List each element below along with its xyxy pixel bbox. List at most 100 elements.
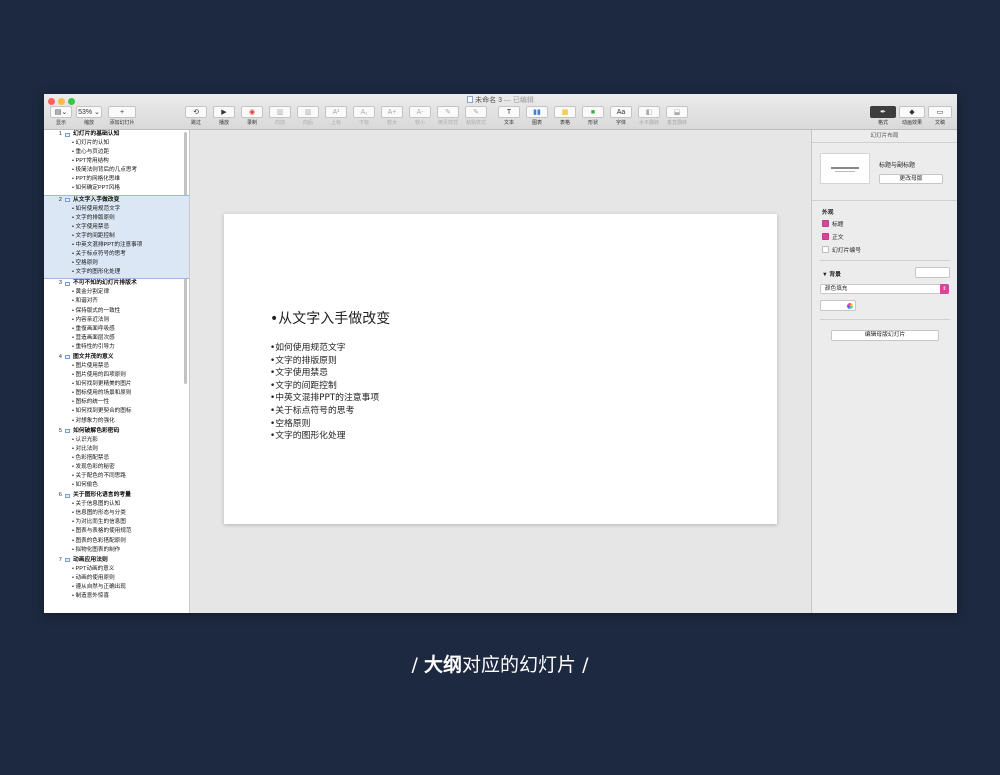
- outline-bullet[interactable]: • 信息图的形态与分类: [44, 509, 189, 518]
- outline-bullet[interactable]: • 遵从自然与正确出现: [44, 583, 189, 592]
- outline-bullet[interactable]: • 黄金分割定律: [44, 288, 189, 297]
- outline-sidebar[interactable]: 1 幻灯片的基础认知 • 幻灯片的认知 • 重心与页边距 • PPT常用结构 • 极简法则…: [44, 130, 190, 613]
- outline-bullet[interactable]: • 为对比而生的信息图: [44, 518, 189, 527]
- flip-horizontal-button[interactable]: ◧ 水平翻转: [638, 106, 660, 126]
- outline-bullet[interactable]: • 关于信息图的认知: [44, 500, 189, 509]
- outline-bullet[interactable]: • 保持版式的一致性: [44, 307, 189, 316]
- paste-style-button[interactable]: ✎ 粘贴样式: [465, 106, 487, 126]
- color-well[interactable]: [820, 300, 856, 311]
- outline-bullet[interactable]: • 关于配色的不同思路: [44, 472, 189, 481]
- outline-bullet[interactable]: • 文字使用禁忌: [44, 223, 189, 232]
- subscript-button[interactable]: A₁ 下标: [353, 106, 375, 126]
- outline-slide[interactable]: 7 动画应用法则 • PPT动画的意义 • 动画的使用原则 • 遵从自然与正确出现 • 制…: [44, 556, 189, 602]
- title-checkbox-row[interactable]: 标题: [822, 219, 844, 228]
- layout-thumbnail[interactable]: [820, 153, 870, 184]
- title-checkbox[interactable]: [822, 220, 829, 227]
- outline-bullet[interactable]: • 重心与页边距: [44, 148, 189, 157]
- outline-slide-title-row[interactable]: 5 如何破解色彩密码: [44, 427, 189, 436]
- body-checkbox[interactable]: [822, 233, 829, 240]
- play-button[interactable]: ▶ 播放: [213, 106, 235, 126]
- outline-bullet[interactable]: • 幻灯片的认知: [44, 139, 189, 148]
- slide-bullet[interactable]: •关于标点符号的思考: [270, 405, 379, 418]
- document-button[interactable]: ▭ 文稿: [928, 106, 952, 126]
- body-checkbox-row[interactable]: 正文: [822, 232, 844, 241]
- background-swatch[interactable]: [915, 267, 950, 278]
- color-wheel-icon[interactable]: [847, 303, 853, 309]
- outline-bullet[interactable]: • PPT常用结构: [44, 157, 189, 166]
- outline-slide-title-row[interactable]: 6 关于图形化语言的考量: [44, 491, 189, 500]
- outline-slide[interactable]: 2 从文字入手做改变 • 如何使用规范文字 • 文字的排版原则 • 文字使用禁忌 • 文字…: [44, 194, 189, 280]
- outline-slide[interactable]: 6 关于图形化语言的考量 • 关于信息图的认知 • 信息图的形态与分类 • 为对比而生的…: [44, 491, 189, 556]
- outline-bullet[interactable]: • 如何找到更契合的图标: [44, 407, 189, 416]
- slide-title[interactable]: •从文字入手做改变: [270, 308, 390, 328]
- slide-number-checkbox[interactable]: [822, 246, 829, 253]
- fonts-button[interactable]: Aa 字体: [610, 106, 632, 126]
- slide-bullet[interactable]: •如何使用规范文字: [270, 342, 379, 355]
- text-button[interactable]: T 文本: [498, 106, 520, 126]
- outline-slide[interactable]: 3 不可不知的幻灯片排版术 • 黄金分割定律 • 和谐对齐 • 保持版式的一致性 • 内容…: [44, 279, 189, 353]
- table-button[interactable]: ▦ 表格: [554, 106, 576, 126]
- format-button[interactable]: ✒ 格式: [870, 106, 896, 126]
- slide-bullet[interactable]: •文字的间距控制: [270, 380, 379, 393]
- outline-bullet[interactable]: • 文字的排版原则: [44, 214, 189, 223]
- outline-bullet[interactable]: • 极简法则背后的几点思考: [44, 166, 189, 175]
- outline-bullet[interactable]: • 图标的统一性: [44, 398, 189, 407]
- slide-bullet[interactable]: •文字的排版原则: [270, 355, 379, 368]
- outline-bullet[interactable]: • 中英文混排PPT的注意事项: [44, 241, 189, 250]
- outline-bullet[interactable]: • 认识光影: [44, 436, 189, 445]
- view-menu-button[interactable]: ▤⌄ 显示: [50, 106, 72, 126]
- outline-slide[interactable]: 5 如何破解色彩密码 • 认识光影 • 对比法则 • 色彩搭配禁忌 • 发现色彩的秘密 • …: [44, 427, 189, 492]
- slide-bullet[interactable]: •文字使用禁忌: [270, 367, 379, 380]
- zoom-menu-button[interactable]: 53% ⌄ 缩放: [76, 106, 102, 126]
- outline-slide-title-row[interactable]: 7 动画应用法则: [44, 556, 189, 565]
- outline-bullet[interactable]: • 制造意外惊喜: [44, 592, 189, 601]
- bigger-font-button[interactable]: A+ 较大: [381, 106, 403, 126]
- outline-slide[interactable]: 1 幻灯片的基础认知 • 幻灯片的认知 • 重心与页边距 • PPT常用结构 • 极简法则…: [44, 130, 189, 195]
- superscript-button[interactable]: A¹ 上标: [325, 106, 347, 126]
- slide-number-checkbox-row[interactable]: 幻灯片编号: [822, 245, 861, 254]
- outline-bullet[interactable]: • 如何确定PPT风格: [44, 184, 189, 193]
- outline-bullet[interactable]: • 文字的间距控制: [44, 232, 189, 241]
- outline-bullet[interactable]: • 发现色彩的秘密: [44, 463, 189, 472]
- outline-bullet[interactable]: • 图标使用的场景和原则: [44, 389, 189, 398]
- outline-bullet[interactable]: • 图片使用的四项原则: [44, 371, 189, 380]
- slide-body[interactable]: •如何使用规范文字 •文字的排版原则 •文字使用禁忌 •文字的间距控制 •中英文混排PP…: [270, 342, 379, 443]
- outline-bullet[interactable]: • 内容亲近法则: [44, 316, 189, 325]
- bring-forward-button[interactable]: ▥ 向前: [269, 106, 291, 126]
- outline-slide[interactable]: 4 图文并茂的意义 • 图片使用禁忌 • 图片使用的四项原则 • 如何找到更精美的图片 •…: [44, 353, 189, 427]
- send-backward-button[interactable]: ▥ 向后: [297, 106, 319, 126]
- outline-bullet[interactable]: • 空格原则: [44, 259, 189, 268]
- outline-bullet[interactable]: • 重復画面呼吸感: [44, 325, 189, 334]
- outline-slide-title-row[interactable]: 1 幻灯片的基础认知: [44, 130, 189, 139]
- chart-button[interactable]: ▮▮ 图表: [526, 106, 548, 126]
- outline-slide-title-row[interactable]: 4 图文并茂的意义: [44, 353, 189, 362]
- edit-master-slide-button[interactable]: 编辑母版幻灯片: [831, 330, 939, 341]
- record-button[interactable]: ◉ 录制: [241, 106, 263, 126]
- outline-bullet[interactable]: • PPT的网格化思维: [44, 175, 189, 184]
- shape-button[interactable]: ■ 形状: [582, 106, 604, 126]
- outline-bullet[interactable]: • 图表的色彩搭配原则: [44, 537, 189, 546]
- rehearse-button[interactable]: ⟲ 跳过: [185, 106, 207, 126]
- change-master-button[interactable]: 更改母版: [879, 174, 943, 184]
- flip-vertical-button[interactable]: ⬓ 垂直翻转: [666, 106, 688, 126]
- background-section-toggle[interactable]: ▼ 背景: [822, 269, 841, 278]
- outline-slide-title-row[interactable]: 3 不可不知的幻灯片排版术: [44, 279, 189, 288]
- outline-bullet[interactable]: • 关于标点符号的思考: [44, 250, 189, 259]
- outline-bullet[interactable]: • 营造画面层次感: [44, 334, 189, 343]
- outline-bullet[interactable]: • 拟物化图表的制作: [44, 546, 189, 555]
- animate-button[interactable]: ◆ 动画效果: [899, 106, 925, 126]
- outline-bullet[interactable]: • 对想象力的强化: [44, 417, 189, 426]
- outline-bullet[interactable]: • 和谐对齐: [44, 297, 189, 306]
- add-slide-button[interactable]: + 添加幻灯片: [108, 106, 136, 126]
- outline-bullet[interactable]: • 色彩搭配禁忌: [44, 454, 189, 463]
- current-slide[interactable]: •从文字入手做改变 •如何使用规范文字 •文字的排版原则 •文字使用禁忌 •文字的间距…: [224, 214, 777, 524]
- outline-bullet[interactable]: • 图表与表格的使用规范: [44, 527, 189, 536]
- outline-bullet[interactable]: • 图片使用禁忌: [44, 362, 189, 371]
- outline-bullet[interactable]: • 如何找到更精美的图片: [44, 380, 189, 389]
- outline-slide-title-row[interactable]: 2 从文字入手做改变: [44, 196, 189, 205]
- slide-bullet[interactable]: •中英文混排PPT的注意事项: [270, 392, 379, 405]
- outline-bullet[interactable]: • 如何使用规范文字: [44, 205, 189, 214]
- outline-bullet[interactable]: • 对比法则: [44, 445, 189, 454]
- slide-bullet[interactable]: •空格原则: [270, 418, 379, 431]
- outline-bullet[interactable]: • 如何偷色: [44, 481, 189, 490]
